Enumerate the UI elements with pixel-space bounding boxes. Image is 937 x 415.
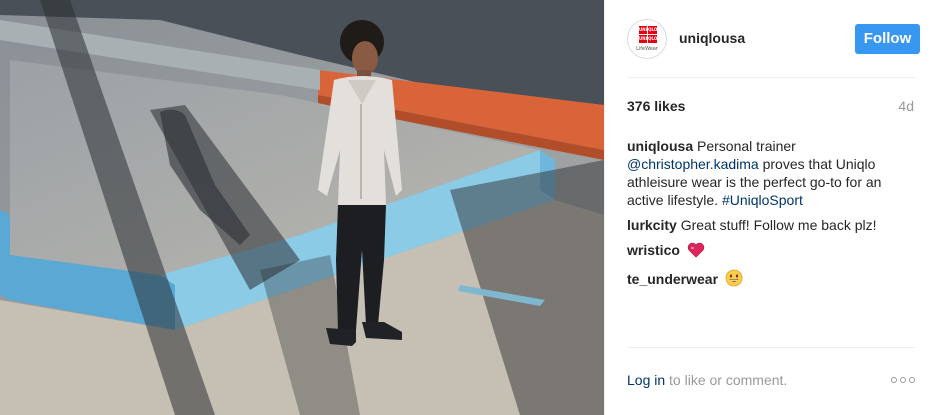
comment-author[interactable]: lurkcity [627, 217, 677, 233]
uniqlo-logo-icon: UNI QLO UNI QLO [639, 26, 658, 43]
comment-text: Great stuff! Follow me back plz! [680, 217, 877, 233]
avatar[interactable]: UNI QLO UNI QLO LifeWear [627, 19, 667, 59]
post-header: UNI QLO UNI QLO LifeWear uniqlousa Follo… [627, 19, 920, 59]
caption-comment: uniqlousa Personal trainer @christopher.… [627, 137, 918, 209]
list-item: te_underwear [627, 269, 918, 291]
grinning-face-icon [725, 269, 743, 291]
follow-button[interactable]: Follow [855, 24, 920, 54]
username-link[interactable]: uniqlousa [679, 30, 745, 46]
post-image[interactable] [0, 0, 604, 415]
ellipsis-dot [891, 377, 897, 383]
ellipsis-icon[interactable] [891, 376, 915, 384]
mention-link[interactable]: @christopher.kadima [627, 156, 759, 172]
comment-author[interactable]: uniqlousa [627, 138, 693, 154]
list-item: wristico [627, 241, 918, 262]
ellipsis-dot [900, 377, 906, 383]
login-link[interactable]: Log in [627, 372, 665, 388]
ellipsis-dot [909, 377, 915, 383]
comment-author[interactable]: wristico [627, 242, 680, 258]
login-prompt-text: to like or comment. [669, 372, 788, 388]
avatar-subtitle: LifeWear [636, 46, 658, 52]
likes-count[interactable]: 376 likes [627, 98, 685, 114]
red-heart-icon [687, 242, 705, 262]
post-age[interactable]: 4d [898, 98, 914, 114]
list-item: lurkcity Great stuff! Follow me back plz… [627, 216, 918, 234]
hashtag-link[interactable]: #UniqloSport [722, 192, 803, 208]
header-divider [627, 77, 915, 78]
post-photo-illustration [0, 0, 604, 415]
comment-author[interactable]: te_underwear [627, 271, 718, 287]
comment-text: Personal trainer [697, 138, 796, 154]
footer-divider [627, 347, 915, 348]
login-prompt: Log in to like or comment. [627, 372, 787, 388]
comment-list: uniqlousa Personal trainer @christopher.… [627, 137, 918, 298]
post-details-panel: UNI QLO UNI QLO LifeWear uniqlousa Follo… [604, 0, 937, 415]
